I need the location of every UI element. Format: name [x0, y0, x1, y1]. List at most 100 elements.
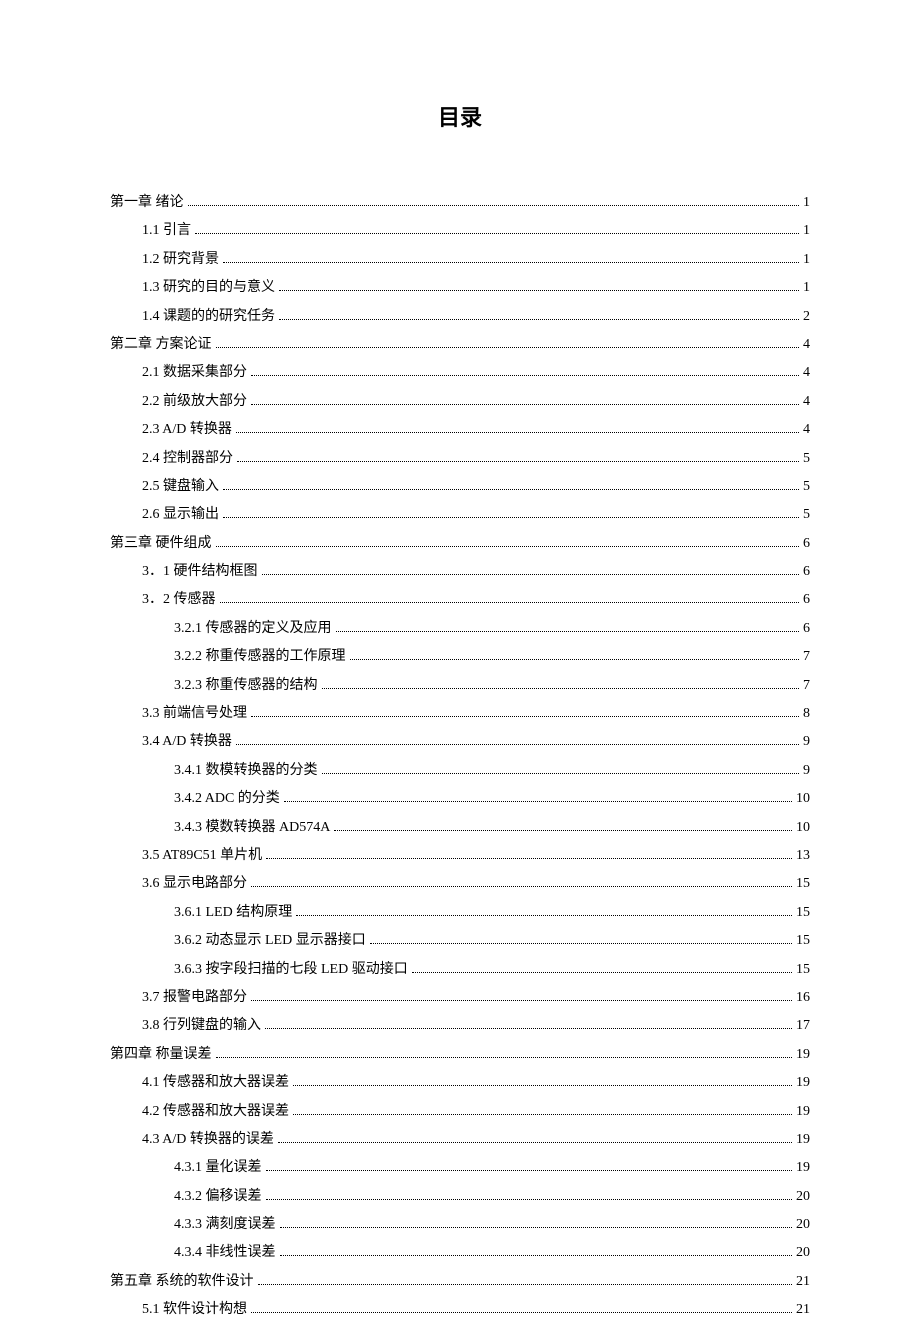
toc-entry[interactable]: 3.2.2 称重传感器的工作原理7: [110, 646, 810, 668]
toc-entry[interactable]: 4.3.1 量化误差 19: [110, 1157, 810, 1179]
toc-entry[interactable]: 1.3 研究的目的与意义1: [110, 277, 810, 299]
toc-entry[interactable]: 4.3 A/D 转换器的误差19: [110, 1129, 810, 1151]
toc-entry-label: 3.2.1 传感器的定义及应用: [174, 618, 332, 640]
toc-entry-label: 4.3.3 满刻度误差: [174, 1214, 276, 1236]
toc-entry-page: 1: [803, 277, 810, 299]
toc-entry-page: 4: [803, 334, 810, 356]
toc-entry[interactable]: 2.2 前级放大部分4: [110, 391, 810, 413]
toc-leader-dots: [280, 1227, 793, 1228]
toc-entry-label: 3．1 硬件结构框图: [142, 561, 258, 583]
toc-entry-page: 19: [796, 1157, 810, 1179]
toc-entry-page: 6: [803, 618, 810, 640]
toc-entry[interactable]: 4.1 传感器和放大器误差19: [110, 1072, 810, 1094]
toc-entry-label: 2.5 键盘输入: [142, 476, 219, 498]
toc-entry[interactable]: 3.6.1 LED 结构原理15: [110, 902, 810, 924]
toc-leader-dots: [251, 716, 799, 717]
toc-entry[interactable]: 第四章 称量误差19: [110, 1044, 810, 1066]
toc-entry-label: 3.6.2 动态显示 LED 显示器接口: [174, 930, 366, 952]
toc-leader-dots: [293, 1085, 792, 1086]
toc-entry[interactable]: 3.5 AT89C51 单片机 13: [110, 845, 810, 867]
toc-entry-page: 15: [796, 873, 810, 895]
toc-leader-dots: [279, 319, 799, 320]
toc-entry-page: 20: [796, 1242, 810, 1264]
toc-leader-dots: [237, 461, 799, 462]
toc-leader-dots: [216, 347, 800, 348]
toc-entry-label: 3.4 A/D 转换器: [142, 731, 232, 753]
toc-entry-label: 4.3.1 量化误差: [174, 1157, 262, 1179]
toc-entry[interactable]: 第二章 方案论证4: [110, 334, 810, 356]
toc-entry-label: 3.5 AT89C51 单片机: [142, 845, 262, 867]
toc-entry[interactable]: 3.6.3 按字段扫描的七段 LED 驱动接口 15: [110, 959, 810, 981]
toc-entry-label: 4.2 传感器和放大器误差: [142, 1101, 289, 1123]
toc-entry[interactable]: 3.4.2 ADC 的分类10: [110, 788, 810, 810]
toc-entry-label: 2.3 A/D 转换器: [142, 419, 232, 441]
toc-entry-page: 4: [803, 419, 810, 441]
toc-entry-label: 2.4 控制器部分: [142, 448, 233, 470]
toc-entry[interactable]: 第三章 硬件组成6: [110, 533, 810, 555]
toc-entry[interactable]: 第一章 绪论1: [110, 192, 810, 214]
toc-entry[interactable]: 3.4.1 数模转换器的分类9: [110, 760, 810, 782]
toc-leader-dots: [280, 1255, 793, 1256]
toc-entry[interactable]: 4.2 传感器和放大器误差 19: [110, 1101, 810, 1123]
toc-entry-label: 第四章 称量误差: [110, 1044, 212, 1066]
toc-entry-label: 2.1 数据采集部分: [142, 362, 247, 384]
toc-entry-page: 1: [803, 192, 810, 214]
toc-leader-dots: [262, 574, 800, 575]
toc-entry[interactable]: 4.3.4 非线性误差 20: [110, 1242, 810, 1264]
toc-entry[interactable]: 5.1 软件设计构想21: [110, 1299, 810, 1321]
toc-entry-page: 6: [803, 561, 810, 583]
toc-entry[interactable]: 第五章 系统的软件设计21: [110, 1271, 810, 1293]
toc-entry[interactable]: 3.2.1 传感器的定义及应用 6: [110, 618, 810, 640]
toc-entry-page: 15: [796, 959, 810, 981]
toc-entry[interactable]: 3.6 显示电路部分 15: [110, 873, 810, 895]
toc-leader-dots: [195, 233, 799, 234]
toc-entry[interactable]: 1.2 研究背景1: [110, 249, 810, 271]
toc-leader-dots: [251, 886, 792, 887]
toc-leader-dots: [296, 915, 792, 916]
toc-entry-label: 3.2.2 称重传感器的工作原理: [174, 646, 346, 668]
toc-leader-dots: [293, 1114, 792, 1115]
toc-leader-dots: [266, 1170, 793, 1171]
toc-entry-page: 13: [796, 845, 810, 867]
toc-entry-page: 19: [796, 1101, 810, 1123]
toc-leader-dots: [251, 404, 799, 405]
toc-entry[interactable]: 3.3 前端信号处理8: [110, 703, 810, 725]
toc-entry-label: 3.8 行列键盘的输入: [142, 1015, 261, 1037]
toc-leader-dots: [236, 744, 799, 745]
toc-entry[interactable]: 2.5 键盘输入5: [110, 476, 810, 498]
toc-entry[interactable]: 4.3.3 满刻度误差20: [110, 1214, 810, 1236]
toc-leader-dots: [251, 1000, 792, 1001]
toc-entry-page: 5: [803, 504, 810, 526]
toc-leader-dots: [322, 773, 800, 774]
toc-leader-dots: [334, 830, 792, 831]
toc-entry[interactable]: 3．2 传感器6: [110, 589, 810, 611]
toc-entry[interactable]: 2.4 控制器部分5: [110, 448, 810, 470]
toc-entry[interactable]: 3.7 报警电路部分16: [110, 987, 810, 1009]
toc-entry-label: 3.2.3 称重传感器的结构: [174, 675, 318, 697]
toc-entry[interactable]: 2.6 显示输出5: [110, 504, 810, 526]
toc-entry-page: 6: [803, 533, 810, 555]
toc-entry[interactable]: 3．1 硬件结构框图 6: [110, 561, 810, 583]
toc-entry-label: 4.3.4 非线性误差: [174, 1242, 276, 1264]
toc-leader-dots: [370, 943, 792, 944]
toc-leader-dots: [279, 290, 799, 291]
toc-entry-page: 1: [803, 249, 810, 271]
toc-leader-dots: [188, 205, 800, 206]
toc-entry[interactable]: 3.8 行列键盘的输入17: [110, 1015, 810, 1037]
toc-entry[interactable]: 1.1 引言1: [110, 220, 810, 242]
toc-entry[interactable]: 3.4 A/D 转换器9: [110, 731, 810, 753]
toc-entry[interactable]: 3.2.3 称重传感器的结构7: [110, 675, 810, 697]
toc-entry-page: 19: [796, 1072, 810, 1094]
toc-entry-label: 3．2 传感器: [142, 589, 216, 611]
toc-entry[interactable]: 2.3 A/D 转换器 4: [110, 419, 810, 441]
toc-leader-dots: [278, 1142, 792, 1143]
toc-entry-page: 4: [803, 391, 810, 413]
toc-entry[interactable]: 2.1 数据采集部分4: [110, 362, 810, 384]
toc-entry-label: 3.6.3 按字段扫描的七段 LED 驱动接口: [174, 959, 408, 981]
toc-entry[interactable]: 3.6.2 动态显示 LED 显示器接口15: [110, 930, 810, 952]
toc-entry[interactable]: 3.4.3 模数转换器 AD574A10: [110, 817, 810, 839]
toc-entry[interactable]: 4.3.2 偏移误差20: [110, 1186, 810, 1208]
toc-entry-label: 3.6 显示电路部分: [142, 873, 247, 895]
toc-entry-label: 3.4.2 ADC 的分类: [174, 788, 280, 810]
toc-entry[interactable]: 1.4 课题的的研究任务2: [110, 306, 810, 328]
